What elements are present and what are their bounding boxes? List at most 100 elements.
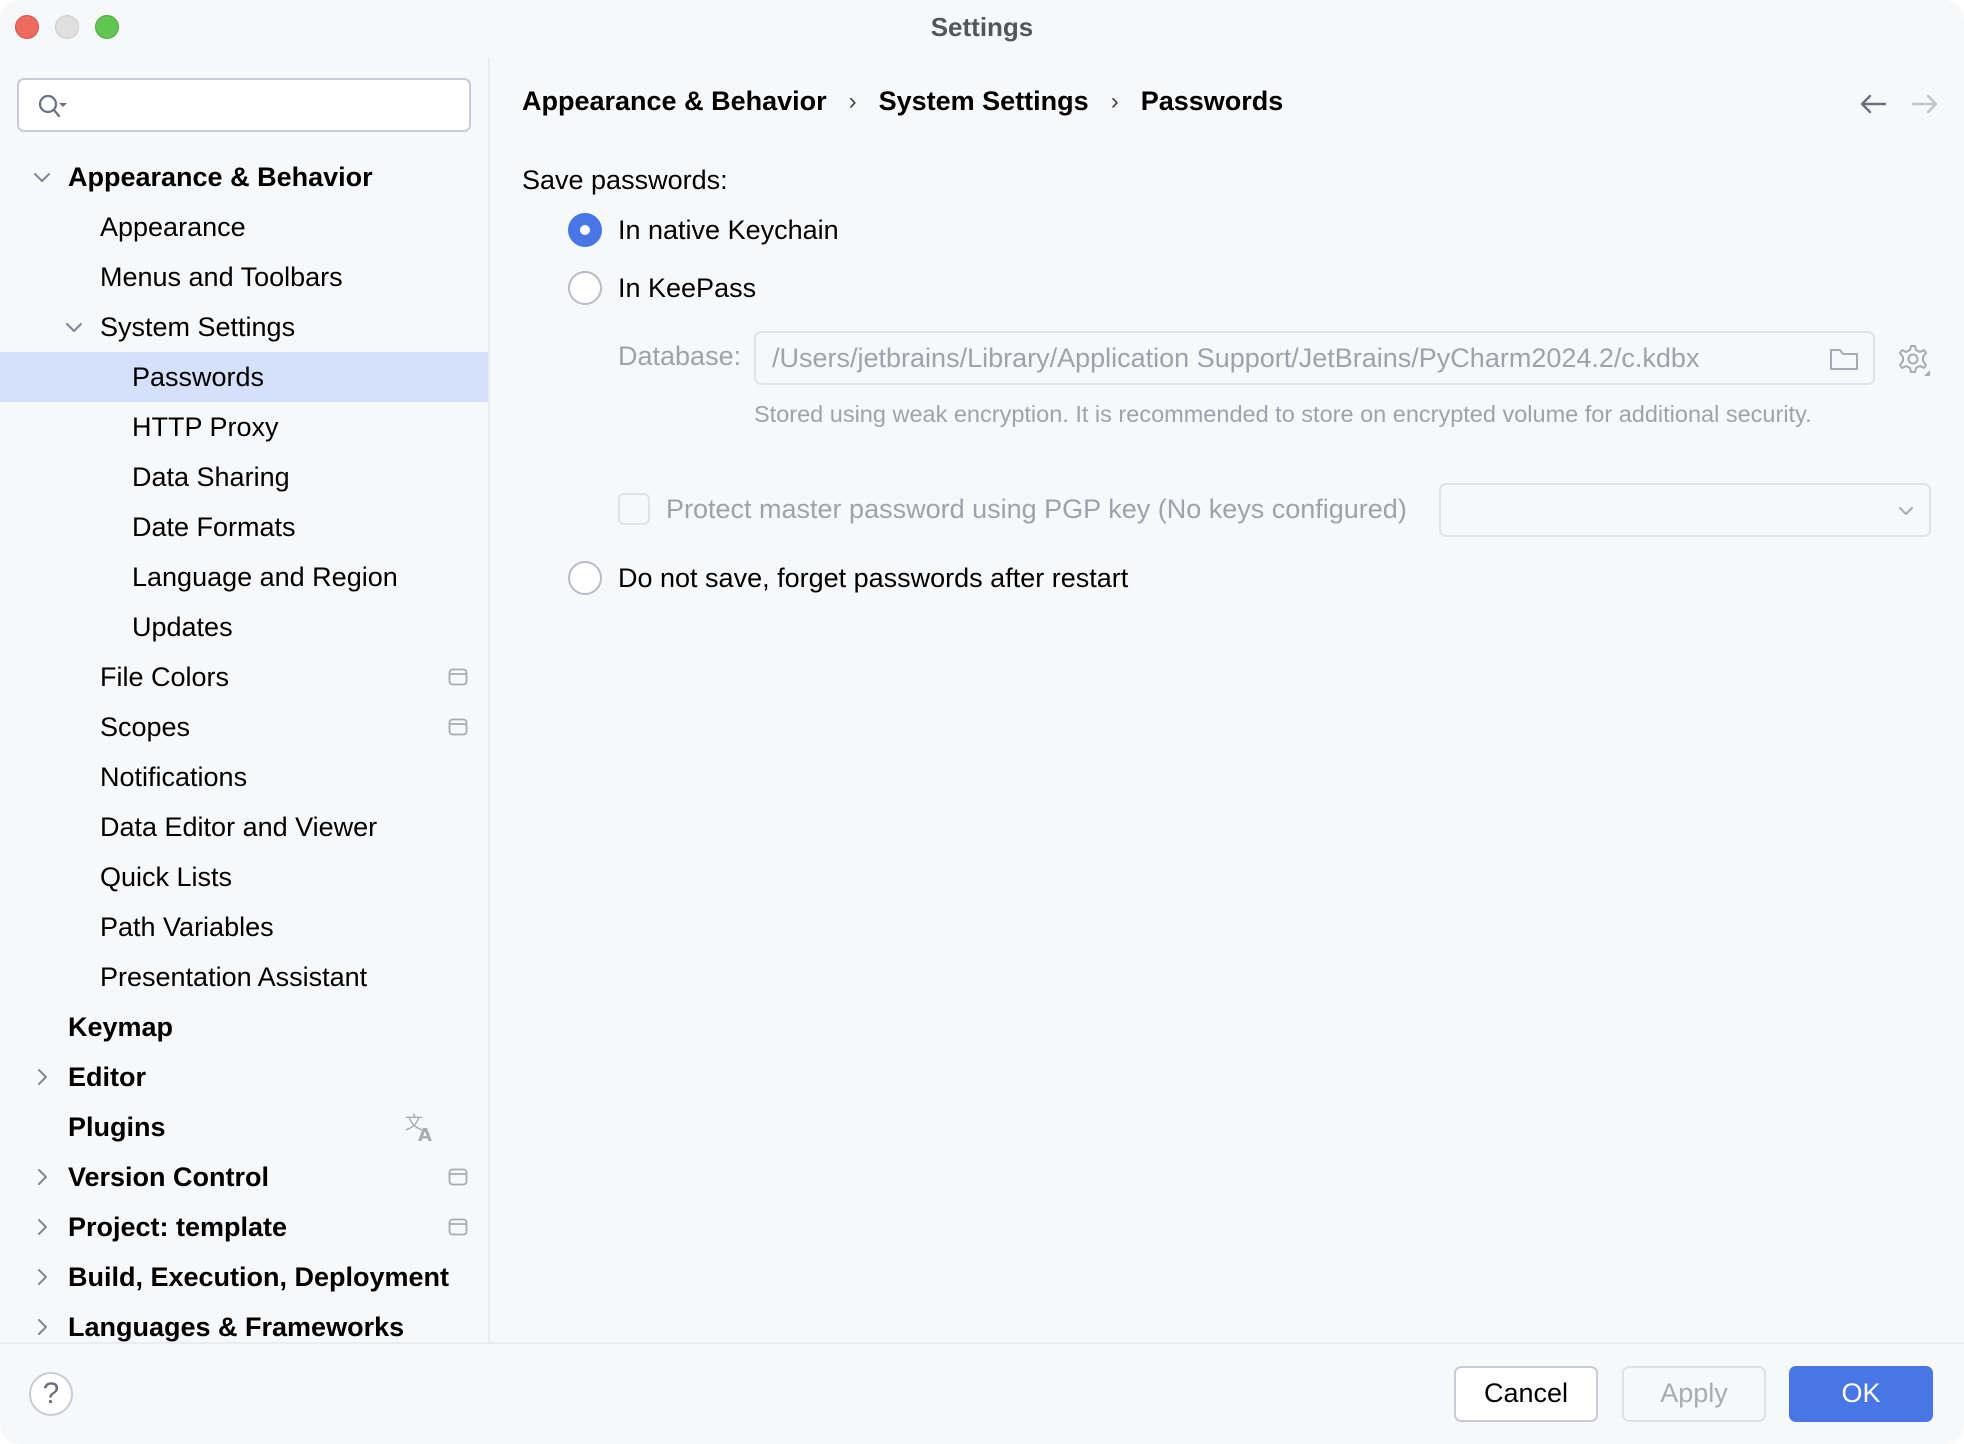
sidebar-item-label: Editor <box>68 1061 146 1092</box>
search-icon <box>38 94 67 118</box>
radio-do-not-save[interactable]: Do not save, forget passwords after rest… <box>568 561 1128 595</box>
sidebar-item-system-settings[interactable]: System Settings <box>0 302 488 352</box>
sidebar-item-label: Quick Lists <box>100 861 233 892</box>
chevron-right-icon[interactable] <box>32 1167 52 1187</box>
chevron-right-icon[interactable] <box>32 1217 52 1237</box>
sidebar-item-http-proxy[interactable]: HTTP Proxy <box>0 402 488 452</box>
pgp-checkbox[interactable] <box>618 493 650 525</box>
title-bar: Settings <box>0 0 1964 56</box>
sidebar-item-project-template[interactable]: Project: template <box>0 1202 488 1252</box>
database-label: Database: <box>618 341 742 371</box>
back-arrow-icon[interactable] <box>1858 92 1888 116</box>
radio-button[interactable] <box>568 271 602 305</box>
project-scope-icon <box>448 718 468 736</box>
sidebar-item-language-and-region[interactable]: Language and Region <box>0 552 488 602</box>
sidebar-item-label: Scopes <box>100 711 191 742</box>
chevron-down-icon[interactable] <box>64 317 84 337</box>
sidebar-item-updates[interactable]: Updates <box>0 602 488 652</box>
sidebar-item-appearance[interactable]: Appearance <box>0 202 488 252</box>
sidebar-item-presentation-assistant[interactable]: Presentation Assistant <box>0 952 488 1002</box>
chevron-right-icon[interactable] <box>32 1067 52 1087</box>
pgp-key-dropdown[interactable] <box>1439 483 1931 537</box>
sidebar-item-languages-frameworks[interactable]: Languages & Frameworks <box>0 1302 488 1352</box>
sidebar-item-label: Data Editor and Viewer <box>100 811 378 842</box>
chevron-down-icon <box>1899 507 1913 515</box>
sidebar-item-label: Menus and Toolbars <box>100 261 343 292</box>
sidebar-item-editor[interactable]: Editor <box>0 1052 488 1102</box>
settings-tree: Appearance & Behavior Appearance Menus and… <box>0 152 488 1352</box>
breadcrumb-item[interactable]: System Settings <box>879 86 1089 117</box>
sidebar-item-passwords[interactable]: Passwords <box>0 352 488 402</box>
radio-button-checked[interactable] <box>568 213 602 247</box>
forward-arrow-icon[interactable] <box>1910 92 1940 116</box>
sidebar-item-label: HTTP Proxy <box>132 411 279 442</box>
chevron-right-icon[interactable] <box>32 1267 52 1287</box>
sidebar-item-label: Version Control <box>68 1161 270 1192</box>
search-input[interactable] <box>17 78 471 132</box>
sidebar-item-label: Date Formats <box>132 511 296 542</box>
sidebar-item-menus-and-toolbars[interactable]: Menus and Toolbars <box>0 252 488 302</box>
sidebar-item-label: Data Sharing <box>132 461 290 492</box>
project-scope-icon <box>448 668 468 686</box>
sidebar-item-label: Appearance <box>100 211 246 242</box>
breadcrumb-separator: › <box>1110 87 1119 115</box>
sidebar-item-label: Plugins <box>68 1111 166 1142</box>
radio-label: In KeePass <box>618 272 757 303</box>
radio-button[interactable] <box>568 561 602 595</box>
breadcrumb: Appearance & Behavior › System Settings … <box>522 86 1283 117</box>
chevron-right-icon[interactable] <box>32 1317 52 1337</box>
sidebar-item-label: Build, Execution, Deployment <box>68 1261 450 1292</box>
radio-native-keychain[interactable]: In native Keychain <box>568 213 839 247</box>
encryption-warning-note: Stored using weak encryption. It is reco… <box>754 401 1812 427</box>
sidebar-item-label: Path Variables <box>100 911 274 942</box>
sidebar-item-path-variables[interactable]: Path Variables <box>0 902 488 952</box>
sidebar-item-data-sharing[interactable]: Data Sharing <box>0 452 488 502</box>
passwords-panel: Appearance & Behavior › System Settings … <box>490 56 1964 1342</box>
sidebar-item-label: Languages & Frameworks <box>68 1311 405 1342</box>
chevron-down-icon[interactable] <box>32 167 52 187</box>
sidebar-item-label: System Settings <box>100 311 296 342</box>
pgp-protect-row[interactable]: Protect master password using PGP key (N… <box>618 493 1407 525</box>
sidebar-item-label: Keymap <box>68 1011 174 1042</box>
svg-text:A: A <box>418 1125 432 1143</box>
sidebar-item-label: File Colors <box>100 661 230 692</box>
breadcrumb-item[interactable]: Appearance & Behavior <box>522 86 827 117</box>
project-scope-icon <box>448 1218 468 1236</box>
footer-divider <box>0 1342 1964 1344</box>
sidebar-item-label: Passwords <box>132 361 265 392</box>
settings-window: Settings Appearance & Behavior Appearance… <box>0 0 1964 1444</box>
gear-icon[interactable] <box>1896 342 1932 378</box>
save-passwords-label: Save passwords: <box>522 165 728 195</box>
database-path-value: /Users/jetbrains/Library/Application Sup… <box>772 343 1700 373</box>
window-title: Settings <box>930 12 1034 42</box>
sidebar-item-keymap[interactable]: Keymap <box>0 1002 488 1052</box>
sidebar-item-plugins[interactable]: Plugins 文 A <box>0 1102 488 1152</box>
sidebar-item-version-control[interactable]: Version Control <box>0 1152 488 1202</box>
sidebar-item-file-colors[interactable]: File Colors <box>0 652 488 702</box>
sidebar-item-quick-lists[interactable]: Quick Lists <box>0 852 488 902</box>
database-path-field[interactable]: /Users/jetbrains/Library/Application Sup… <box>754 331 1875 385</box>
radio-label: Do not save, forget passwords after rest… <box>618 562 1129 593</box>
help-button[interactable]: ? <box>29 1372 73 1416</box>
sidebar-item-label: Notifications <box>100 761 248 792</box>
pgp-label: Protect master password using PGP key (N… <box>666 493 1407 524</box>
breadcrumb-item-current: Passwords <box>1140 86 1284 116</box>
sidebar-item-date-formats[interactable]: Date Formats <box>0 502 488 552</box>
sidebar-item-scopes[interactable]: Scopes <box>0 702 488 752</box>
sidebar-item-build-execution-deployment[interactable]: Build, Execution, Deployment <box>0 1252 488 1302</box>
sidebar-item-label: Updates <box>132 611 233 642</box>
apply-button[interactable]: Apply <box>1622 1366 1766 1422</box>
translate-icon: 文A <box>405 1113 432 1143</box>
sidebar-item-data-editor-and-viewer[interactable]: Data Editor and Viewer <box>0 802 488 852</box>
folder-icon[interactable] <box>1829 346 1859 372</box>
sidebar-item-appearance-behavior[interactable]: Appearance & Behavior <box>0 152 488 202</box>
sidebar-item-label: Project: template <box>68 1211 288 1242</box>
breadcrumb-separator: › <box>848 87 857 115</box>
sidebar-item-label: Presentation Assistant <box>100 961 368 992</box>
sidebar-item-label: Appearance & Behavior <box>68 161 373 192</box>
radio-keepass[interactable]: In KeePass <box>568 271 756 305</box>
settings-sidebar: Appearance & Behavior Appearance Menus and… <box>0 56 488 1342</box>
cancel-button[interactable]: Cancel <box>1454 1366 1598 1422</box>
ok-button[interactable]: OK <box>1789 1366 1933 1422</box>
sidebar-item-notifications[interactable]: Notifications <box>0 752 488 802</box>
